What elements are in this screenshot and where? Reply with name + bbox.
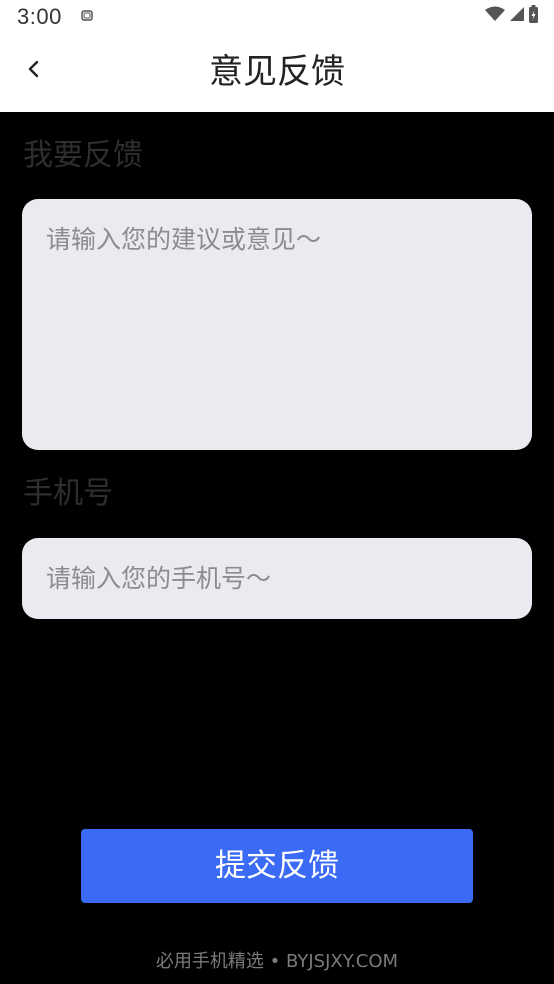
submit-feedback-label: 提交反馈: [215, 848, 339, 884]
status-time: 3:00: [17, 4, 62, 29]
status-icons: [485, 5, 538, 27]
notification-icon: [79, 8, 95, 24]
status-bar: 3:00: [0, 0, 554, 34]
wifi-icon: [485, 6, 505, 26]
page-title: 意见反馈: [209, 52, 345, 92]
app-bar: 意见反馈: [0, 34, 554, 112]
phone-label: 手机号: [23, 476, 113, 511]
submit-feedback-button[interactable]: 提交反馈: [81, 829, 473, 903]
phone-input[interactable]: 请输入您的手机号～: [22, 538, 532, 619]
phone-placeholder: 请输入您的手机号～: [46, 563, 272, 593]
feedback-label: 我要反馈: [23, 138, 143, 173]
feedback-textarea[interactable]: 请输入您的建议或意见～: [22, 199, 532, 450]
cell-signal-icon: [510, 6, 524, 26]
feedback-placeholder: 请输入您的建议或意见～: [46, 225, 322, 254]
battery-icon: [529, 5, 538, 27]
watermark: 必用手机精选 • BYJSJXY.COM: [155, 951, 399, 972]
